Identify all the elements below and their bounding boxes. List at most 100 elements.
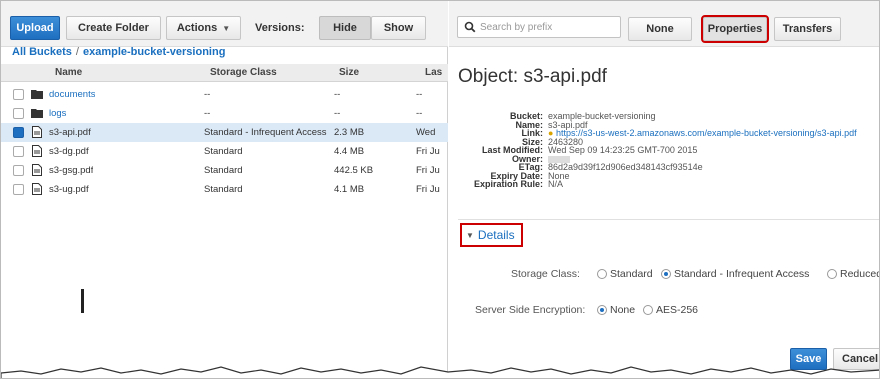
row-size: -- [334, 108, 341, 119]
prop-link: Link: ● https://s3-us-west-2.amazonaws.co… [449, 129, 879, 138]
actions-dropdown[interactable]: Actions ▼ [166, 16, 241, 40]
prop-value: 86d2a9d39f12d906ed348143cf93514e [548, 162, 703, 172]
prop-bucket: Bucket: example-bucket-versioning [449, 112, 879, 121]
file-icon [32, 126, 42, 138]
storage-class-row: Storage Class: Standard Standard - Infre… [449, 266, 879, 282]
row-name[interactable]: s3-api.pdf [49, 127, 91, 138]
properties-toolbar: None Properties Transfers [449, 1, 879, 47]
row-last: Fri Ju [416, 165, 440, 176]
prop-expiration-rule: Expiration Rule: N/A [449, 179, 879, 189]
section-divider [458, 219, 879, 220]
folder-icon [31, 109, 43, 118]
details-label: Details [477, 228, 515, 242]
row-size: 2.3 MB [334, 127, 365, 138]
storage-ia-label[interactable]: Standard - Infrequent Access [674, 268, 809, 280]
storage-standard-label[interactable]: Standard [610, 268, 653, 280]
row-checkbox[interactable] [13, 165, 24, 176]
table-row[interactable]: s3-api.pdf Standard - Infrequent Access … [1, 123, 448, 142]
chevron-down-icon: ▼ [222, 23, 231, 33]
versions-label: Versions: [255, 22, 305, 34]
table-row[interactable]: s3-ug.pdf Standard 4.1 MB Fri Ju [1, 180, 448, 199]
details-toggle[interactable]: ▼ Details [460, 223, 523, 247]
row-name[interactable]: s3-gsg.pdf [49, 165, 93, 176]
row-checkbox[interactable] [13, 146, 24, 157]
row-last: -- [416, 108, 423, 119]
storage-ia-radio[interactable] [661, 269, 671, 279]
row-checkbox[interactable] [13, 184, 24, 195]
object-link[interactable]: ● https://s3-us-west-2.amazonaws.com/exa… [548, 129, 857, 138]
table-row[interactable]: logs -- -- -- [1, 104, 448, 123]
versions-show-button[interactable]: Show [371, 16, 426, 40]
storage-reduced-label[interactable]: Reduced [840, 268, 879, 280]
column-storage-class[interactable]: Storage Class [210, 67, 277, 78]
table-row[interactable]: s3-gsg.pdf Standard 442.5 KB Fri Ju [1, 161, 448, 180]
chevron-down-icon: ▼ [466, 230, 474, 240]
properties-label: Properties [707, 23, 763, 35]
row-last: Fri Ju [416, 146, 440, 157]
versions-hide-button[interactable]: Hide [319, 16, 371, 40]
bucket-toolbar: Upload Create Folder Actions ▼ Versions: … [1, 1, 448, 47]
table-header: Name Storage Class Size Las [1, 64, 448, 82]
storage-standard-radio[interactable] [597, 269, 607, 279]
search-icon [464, 21, 476, 33]
prop-value: Wed Sep 09 14:23:25 GMT-700 2015 [548, 145, 698, 155]
row-storage: Standard [204, 165, 243, 176]
encryption-label: Server Side Encryption: [475, 304, 586, 316]
object-link-text[interactable]: https://s3-us-west-2.amazonaws.com/examp… [556, 128, 857, 138]
row-storage: -- [204, 108, 211, 119]
actions-label: Actions [176, 22, 218, 34]
create-folder-label: Create Folder [78, 22, 149, 34]
row-size: 4.1 MB [334, 184, 365, 195]
search-box[interactable] [457, 16, 621, 38]
object-title: Object: s3-api.pdf [458, 66, 607, 87]
search-input[interactable] [480, 20, 618, 35]
none-button[interactable]: None [628, 17, 692, 41]
row-checkbox[interactable] [13, 108, 24, 119]
row-checkbox[interactable] [13, 127, 24, 138]
row-name[interactable]: s3-dg.pdf [49, 146, 89, 157]
file-icon [32, 183, 42, 195]
upload-button[interactable]: Upload [10, 16, 60, 40]
breadcrumb-separator: / [75, 46, 79, 58]
row-size: -- [334, 89, 341, 100]
transfers-button[interactable]: Transfers [774, 17, 841, 41]
row-name[interactable]: s3-ug.pdf [49, 184, 89, 195]
encryption-aes-radio[interactable] [643, 305, 653, 315]
none-label: None [646, 23, 674, 35]
file-icon [32, 164, 42, 176]
bucket-browser-pane: Upload Create Folder Actions ▼ Versions: … [1, 1, 448, 378]
row-checkbox[interactable] [13, 89, 24, 100]
encryption-row: Server Side Encryption: None AES-256 [449, 302, 879, 318]
row-size: 442.5 KB [334, 165, 374, 176]
row-name[interactable]: documents [49, 89, 95, 100]
show-label: Show [383, 22, 414, 34]
create-folder-button[interactable]: Create Folder [66, 16, 161, 40]
row-storage: Standard [204, 184, 243, 195]
file-icon [32, 145, 42, 157]
column-last-modified[interactable]: Las [425, 67, 442, 78]
encryption-none-radio[interactable] [597, 305, 607, 315]
s3-console: Upload Create Folder Actions ▼ Versions: … [0, 0, 880, 379]
encryption-none-label[interactable]: None [610, 304, 635, 316]
row-storage: Standard [204, 146, 243, 157]
table-row[interactable]: documents -- -- -- [1, 85, 448, 104]
storage-reduced-radio[interactable] [827, 269, 837, 279]
hide-label: Hide [333, 22, 357, 34]
breadcrumb-all-buckets[interactable]: All Buckets [12, 46, 72, 58]
column-name[interactable]: Name [55, 67, 82, 78]
row-storage: -- [204, 89, 211, 100]
table-row[interactable]: s3-dg.pdf Standard 4.4 MB Fri Ju [1, 142, 448, 161]
column-size[interactable]: Size [339, 67, 359, 78]
transfers-label: Transfers [782, 23, 833, 35]
folder-icon [31, 90, 43, 99]
row-storage: Standard - Infrequent Access [204, 127, 327, 138]
torn-edge-decoration [1, 366, 879, 378]
breadcrumb-bucket[interactable]: example-bucket-versioning [83, 46, 225, 58]
row-name[interactable]: logs [49, 108, 66, 119]
breadcrumb: All Buckets / example-bucket-versioning [12, 46, 225, 58]
row-size: 4.4 MB [334, 146, 365, 157]
object-properties: Bucket: example-bucket-versioning Name: s3… [449, 112, 879, 189]
encryption-aes-label[interactable]: AES-256 [656, 304, 698, 316]
prop-label: Expiration Rule: [473, 179, 543, 189]
properties-button[interactable]: Properties [701, 15, 769, 43]
